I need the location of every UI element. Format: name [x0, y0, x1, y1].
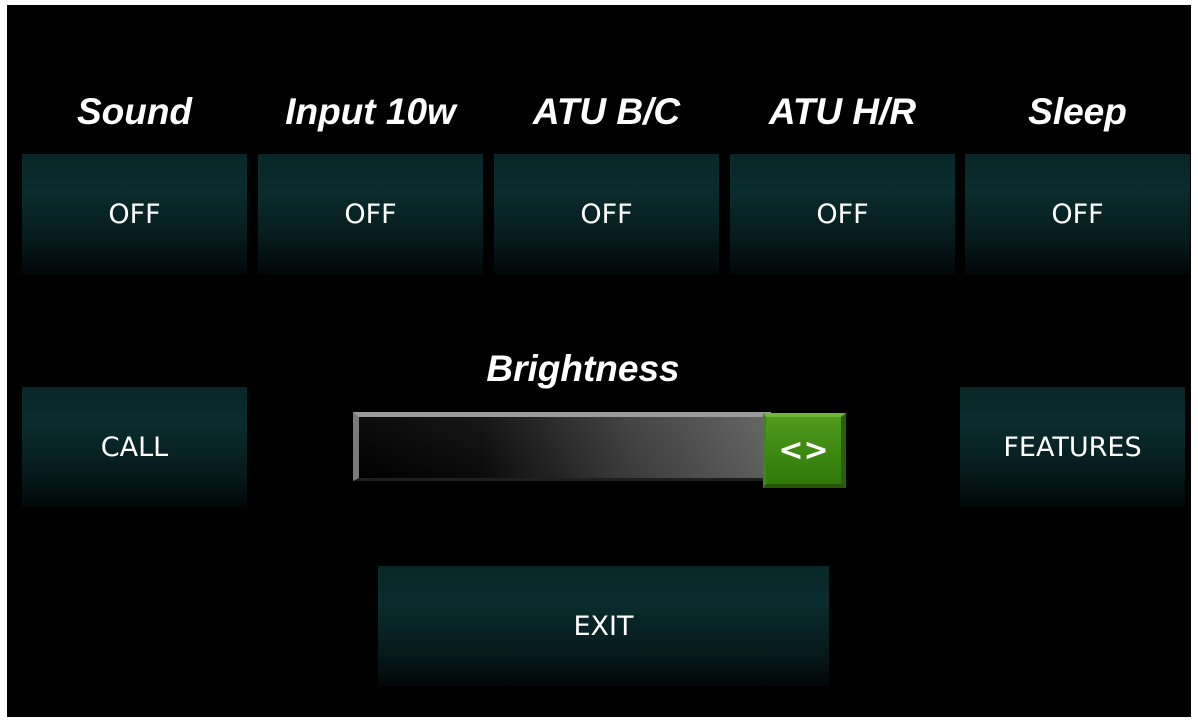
- features-button[interactable]: FEATURES: [960, 387, 1185, 507]
- atu-hr-heading: ATU H/R: [768, 91, 917, 132]
- brightness-slider-track[interactable]: [353, 412, 771, 481]
- input-10w-heading: Input 10w: [285, 91, 456, 132]
- brightness-heading: Brightness: [486, 348, 680, 389]
- brightness-slider-fill: [359, 417, 771, 478]
- sleep-toggle-button[interactable]: OFF: [965, 154, 1190, 274]
- sound-toggle-button[interactable]: OFF: [22, 154, 247, 274]
- atu-hr-toggle-button[interactable]: OFF: [730, 154, 955, 274]
- settings-screen: Sound Input 10w ATU B/C ATU H/R Sleep OF…: [7, 5, 1191, 717]
- sleep-heading: Sleep: [1028, 91, 1127, 132]
- sound-heading: Sound: [76, 91, 193, 132]
- input-10w-toggle-button[interactable]: OFF: [258, 154, 483, 274]
- brightness-slider-thumb[interactable]: <>: [763, 413, 846, 488]
- atu-bc-heading: ATU B/C: [532, 91, 681, 132]
- call-button[interactable]: CALL: [22, 387, 247, 507]
- atu-bc-toggle-button[interactable]: OFF: [494, 154, 719, 274]
- exit-button[interactable]: EXIT: [378, 566, 829, 686]
